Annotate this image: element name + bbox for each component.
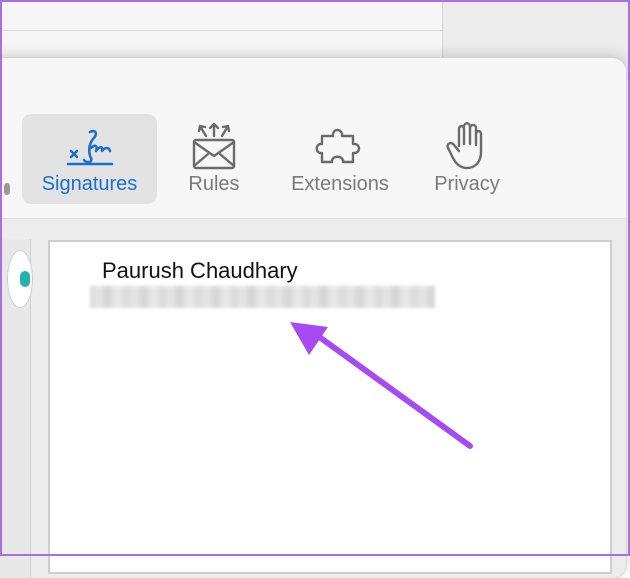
annotation-arrow: [290, 322, 473, 449]
